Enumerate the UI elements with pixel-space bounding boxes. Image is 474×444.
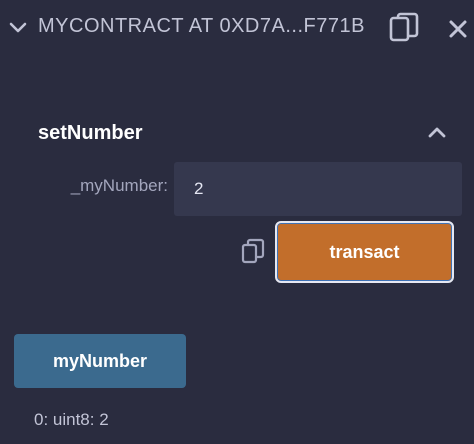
function-name: setNumber (38, 122, 143, 144)
copy-calldata-icon[interactable] (241, 238, 265, 264)
contract-title[interactable]: MYCONTRACT AT 0XD7A...F771B (MI (38, 15, 368, 38)
deployed-contract-panel: MYCONTRACT AT 0XD7A...F771B (MI setNumbe… (0, 0, 474, 444)
chevron-up-icon[interactable] (427, 122, 447, 142)
mynumber-input[interactable] (174, 162, 462, 216)
transact-button[interactable]: transact (275, 221, 454, 283)
chevron-down-icon[interactable] (8, 18, 28, 38)
mynumber-call-button[interactable]: myNumber (14, 334, 186, 388)
close-icon[interactable] (447, 18, 469, 40)
copy-icon[interactable] (389, 12, 419, 44)
param-label: _myNumber: (70, 176, 168, 195)
contract-header: MYCONTRACT AT 0XD7A...F771B (MI (0, 0, 474, 60)
call-result: 0: uint8: 2 (34, 410, 109, 429)
